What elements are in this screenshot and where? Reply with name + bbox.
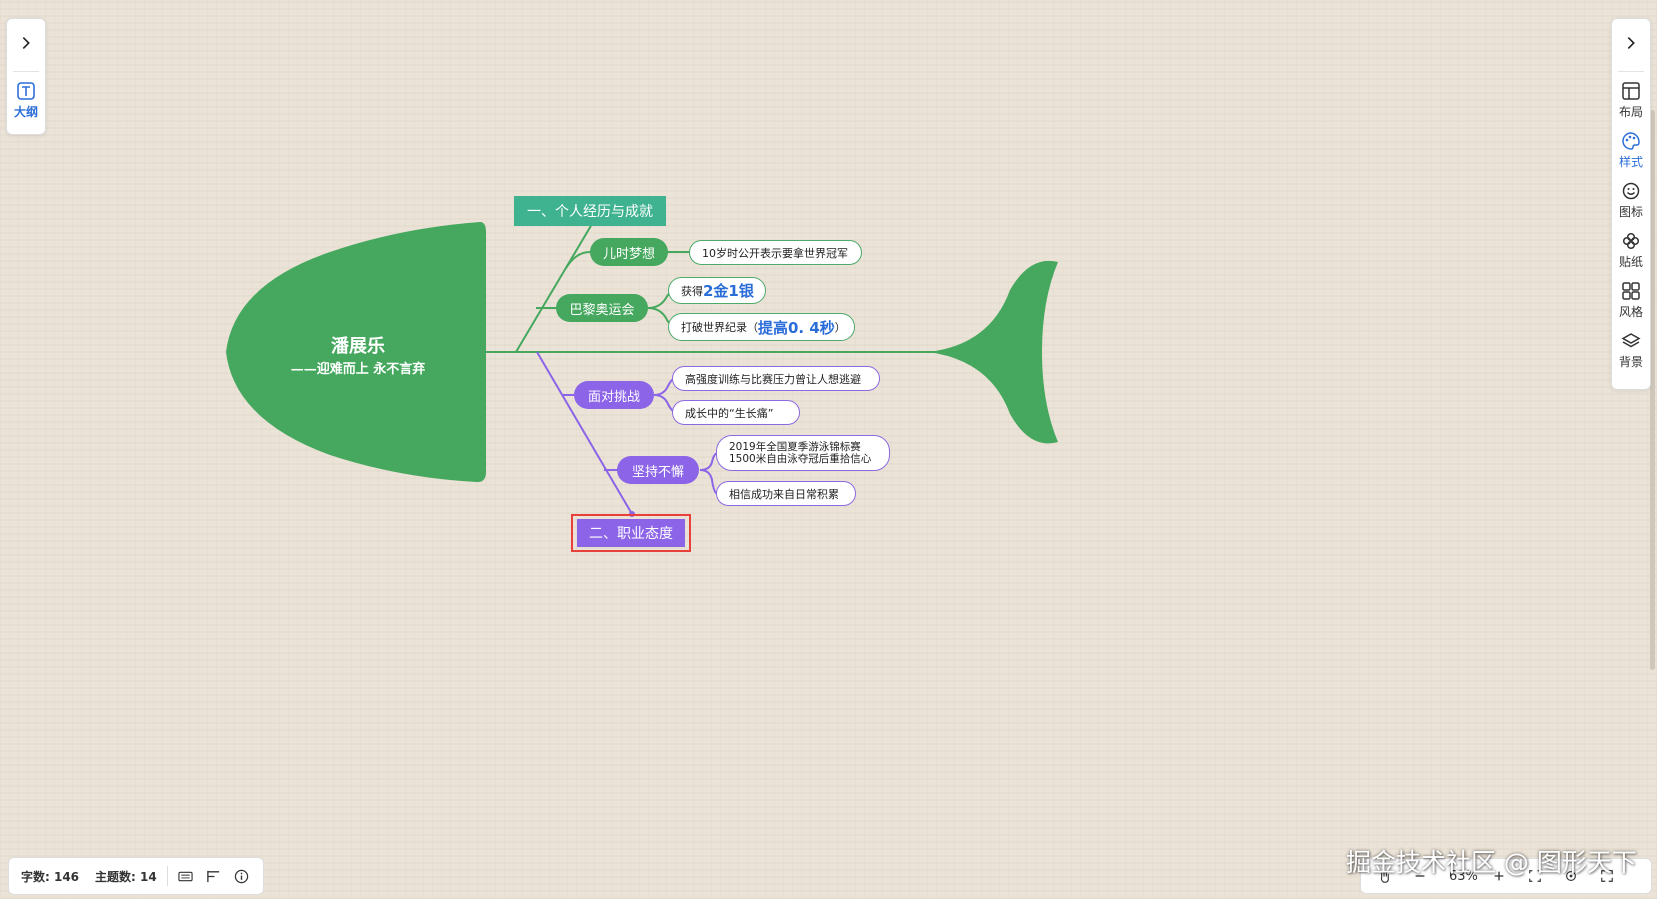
style-label: 样式 <box>1618 154 1643 169</box>
layers-icon <box>1621 332 1641 347</box>
icon-button[interactable]: 图标 <box>1612 175 1650 225</box>
left-sidebar: 大纲 <box>6 18 46 135</box>
topic-count: 主题数: 14 <box>95 869 157 884</box>
divider <box>1618 71 1644 72</box>
leaf-daily-accumulation[interactable]: 相信成功来自日常积累 <box>716 481 856 506</box>
layout-button[interactable]: 布局 <box>1612 75 1650 125</box>
grid-style-icon <box>1622 281 1640 300</box>
info-icon[interactable] <box>234 868 250 884</box>
expand-left-button[interactable] <box>7 23 45 63</box>
leaf-2019-championship[interactable]: 2019年全国夏季游泳锦标赛 1500米自由泳夺冠后重拾信心 <box>716 435 890 471</box>
mindmap-canvas[interactable]: 潘展乐 ——迎难而上 永不言弃 一、个人经历与成就 儿时梦想 10岁时公开表示要… <box>0 0 1657 899</box>
subtopic-paris-label: 巴黎奥运会 <box>569 302 635 318</box>
chevron-right-icon <box>1627 37 1635 49</box>
subtopic-perseverance[interactable]: 坚持不懈 <box>617 456 699 484</box>
branch2-bone <box>536 351 633 515</box>
leaf-2019-line1: 2019年全国夏季游泳锦标赛 <box>729 441 861 453</box>
root-title: 潘展乐 <box>331 335 385 357</box>
branch2-label: 二、职业态度 <box>589 526 673 542</box>
layout-label: 布局 <box>1618 104 1643 119</box>
leaf-growing-pains[interactable]: 成长中的“生长痛” <box>672 400 800 425</box>
branch1-bone <box>515 223 593 353</box>
subtopic-childhood-dream[interactable]: 儿时梦想 <box>590 238 668 266</box>
theme-style-label: 风格 <box>1618 304 1643 319</box>
sticker-label: 贴纸 <box>1618 254 1643 269</box>
root-node[interactable]: 潘展乐 ——迎难而上 永不言弃 <box>250 332 466 377</box>
subtopic-perseverance-label: 坚持不懈 <box>631 464 684 480</box>
branch1-topic[interactable]: 一、个人经历与成就 <box>514 196 666 226</box>
expand-right-button[interactable] <box>1612 23 1650 63</box>
leaf-record-suffix: ） <box>834 321 846 334</box>
leaf-world-record[interactable]: 打破世界纪录（ 提高0. 4秒） <box>668 313 855 341</box>
leaf-2019-line2: 1500米自由泳夺冠后重拾信心 <box>729 453 872 465</box>
chevron-right-icon <box>22 37 30 49</box>
theme-style-button[interactable]: 风格 <box>1612 275 1650 325</box>
icon-label: 图标 <box>1618 204 1643 219</box>
leaf-record-prefix: 打破世界纪录（ <box>681 321 758 334</box>
subtopic-childhood-label: 儿时梦想 <box>602 246 655 262</box>
watermark-text: 掘金技术社区 @ 图形天下 <box>1346 848 1637 877</box>
text-box-icon <box>17 81 35 100</box>
keyboard-icon[interactable] <box>178 868 194 884</box>
leaf-medals[interactable]: 获得 2金1银 <box>668 277 766 304</box>
leaf-world-champion-text: 10岁时公开表示要拿世界冠军 <box>702 246 848 260</box>
background-button[interactable]: 背景 <box>1612 325 1650 375</box>
word-count: 字数: 146 <box>21 869 80 884</box>
subtopic-challenges-label: 面对挑战 <box>587 389 640 405</box>
branch1-label: 一、个人经历与成就 <box>527 204 653 220</box>
style-button[interactable]: 样式 <box>1612 125 1650 175</box>
right-sidebar: 布局 样式 图标 贴纸 风格 背景 <box>1611 18 1651 390</box>
layout-icon <box>1622 81 1640 100</box>
subtopic-paris-olympics[interactable]: 巴黎奥运会 <box>556 294 648 322</box>
palette-icon <box>1622 131 1640 150</box>
status-bar: 字数: 146 主题数: 14 <box>8 857 264 895</box>
smiley-icon <box>1622 182 1640 199</box>
leaf-pressure-text: 高强度训练与比赛压力曾让人想逃避 <box>685 372 861 386</box>
fish-tail-shape <box>928 260 1058 444</box>
sticker-icon <box>1622 232 1640 249</box>
leaf-training-pressure[interactable]: 高强度训练与比赛压力曾让人想逃避 <box>672 366 880 391</box>
background-label: 背景 <box>1618 354 1643 369</box>
leaf-world-champion-wish[interactable]: 10岁时公开表示要拿世界冠军 <box>689 240 862 265</box>
leaf-medals-emphasis: 2金1银 <box>703 282 754 300</box>
structure-icon[interactable] <box>206 868 222 884</box>
divider <box>13 71 39 72</box>
outline-label: 大纲 <box>13 104 38 119</box>
outline-button[interactable]: 大纲 <box>7 75 45 125</box>
leaf-pains-text: 成长中的“生长痛” <box>685 406 774 420</box>
sticker-button[interactable]: 贴纸 <box>1612 225 1650 275</box>
branch2-topic[interactable]: 二、职业态度 <box>577 519 685 547</box>
subtopic-facing-challenges[interactable]: 面对挑战 <box>574 381 654 409</box>
divider <box>166 866 168 886</box>
leaf-medals-prefix: 获得 <box>681 284 703 298</box>
branch2-topic-selected[interactable]: 二、职业态度 <box>571 514 691 552</box>
root-subtitle: ——迎难而上 永不言弃 <box>290 361 426 377</box>
leaf-daily-text: 相信成功来自日常积累 <box>729 487 839 501</box>
leaf-record-emphasis: 提高0. 4秒 <box>758 318 835 337</box>
